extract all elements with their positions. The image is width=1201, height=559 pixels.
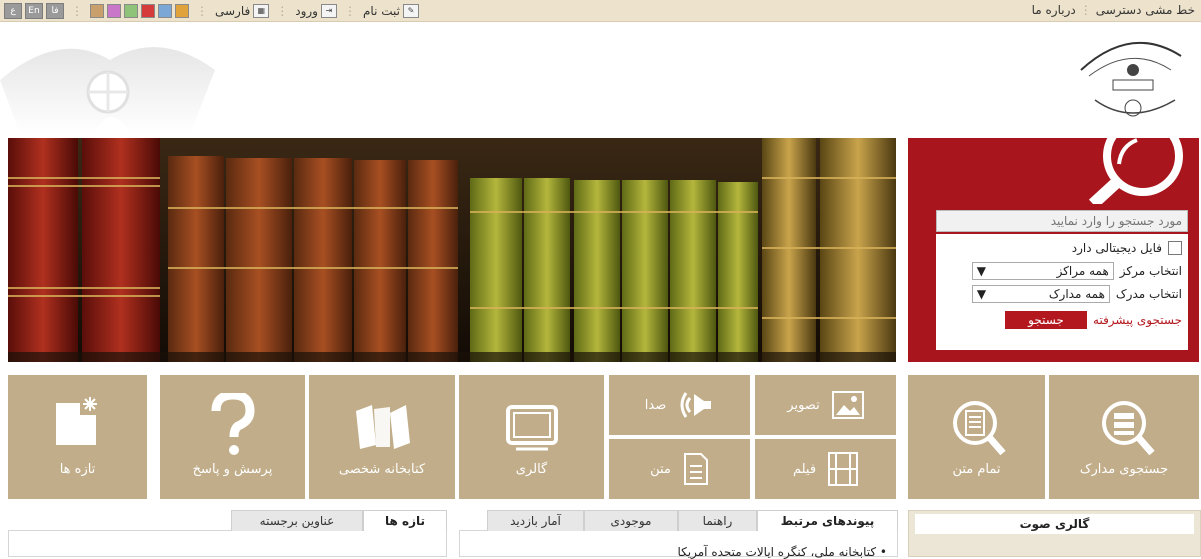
center-select-value: همه مراکز — [1056, 264, 1109, 278]
chevron-down-icon: ▼ — [976, 264, 987, 278]
tile-full-text[interactable]: تمام متن — [908, 375, 1045, 499]
tile-label: متن — [650, 461, 671, 477]
header-decoration — [0, 47, 215, 134]
tile-document-search[interactable]: جستجوی مدارک — [1049, 375, 1199, 499]
gallery-frame-icon — [505, 405, 558, 451]
news-pane — [8, 530, 447, 557]
tile-new-items[interactable]: تازه ها — [8, 375, 147, 499]
bookshelf-illustration — [8, 138, 896, 362]
search-input[interactable] — [936, 210, 1188, 232]
tile-label: فیلم — [792, 461, 817, 477]
lang-english-button[interactable]: En — [25, 2, 43, 19]
tile-label: کتابخانه شخصی — [338, 462, 426, 477]
audio-gallery-title: گالری صوت — [915, 514, 1194, 534]
film-icon — [828, 452, 859, 486]
university-logo — [1075, 30, 1187, 126]
lang-persian-button[interactable]: فا — [46, 2, 64, 19]
top-links: خط مشی دسترسی ⋮درباره ما — [1032, 3, 1195, 17]
lang-arabic-button[interactable]: ع — [4, 2, 22, 19]
tab-inventory[interactable]: موجودی — [584, 510, 678, 531]
tile-personal-library[interactable]: کتابخانه شخصی — [309, 375, 455, 499]
document-row: انتخاب مدرک همه مدارک ▼ — [971, 284, 1182, 304]
tile-film[interactable]: فیلم — [755, 439, 896, 499]
full-text-search-icon — [952, 401, 1006, 456]
document-select-value: همه مدارک — [1048, 287, 1105, 301]
theme-swatch-gold[interactable] — [90, 3, 104, 18]
search-button[interactable]: جستجو — [1005, 311, 1088, 329]
image-icon — [831, 391, 864, 419]
login-link[interactable]: ورود — [295, 4, 318, 18]
link-item[interactable]: • کتابخانه ملی، کنگره ایالات متحده آمریک… — [678, 545, 888, 559]
tab-new-items[interactable]: تازه ها — [363, 510, 447, 531]
links-pane: • کتابخانه ملی، کنگره ایالات متحده آمریک… — [459, 530, 898, 559]
theme-swatch-orange[interactable] — [175, 3, 189, 18]
tile-text[interactable]: متن — [609, 439, 750, 499]
edit-icon: ✎ — [402, 3, 419, 18]
search-panel: فایل دیجیتالی دارد انتخاب مرکز همه مراکز… — [908, 138, 1199, 362]
access-policy-link[interactable]: خط مشی دسترسی — [1096, 3, 1195, 17]
question-mark-icon — [211, 393, 255, 455]
separator: ⋮ — [276, 3, 289, 18]
tile-audio[interactable]: صدا — [609, 375, 750, 435]
register-link[interactable]: ثبت نام — [363, 4, 400, 18]
separator: ⋮ — [343, 3, 356, 18]
tile-label: صدا — [644, 397, 667, 413]
tile-label: جستجوی مدارک — [1079, 462, 1169, 477]
tile-questions-answers[interactable]: پرسش و پاسخ — [160, 375, 305, 499]
audio-gallery-panel: گالری صوت — [908, 510, 1201, 557]
separator: ⋮ — [71, 3, 83, 18]
tab-visit-stats[interactable]: آمار بازدید — [487, 510, 584, 531]
theme-swatch-green[interactable] — [124, 3, 138, 18]
login-icon: ⇥ — [320, 3, 337, 18]
tile-label: تمام متن — [952, 462, 1001, 477]
document-label: انتخاب مدرک — [1115, 287, 1182, 301]
speaker-icon — [680, 392, 712, 418]
banner-image — [8, 138, 896, 362]
theme-swatch-blue[interactable] — [158, 3, 172, 18]
header — [0, 22, 1201, 134]
theme-swatch-red[interactable] — [141, 3, 155, 18]
document-select[interactable]: همه مدارک ▼ — [971, 285, 1110, 303]
center-label: انتخاب مرکز — [1119, 264, 1182, 278]
digital-file-label: فایل دیجیتالی دارد — [1071, 241, 1162, 255]
center-select[interactable]: همه مراکز ▼ — [971, 262, 1114, 280]
tab-featured-titles[interactable]: عناوین برجسته — [231, 510, 363, 531]
search-form: فایل دیجیتالی دارد انتخاب مرکز همه مراکز… — [936, 234, 1188, 350]
advanced-search-link[interactable]: جستجوی پیشرفته — [1093, 313, 1182, 327]
chevron-down-icon: ▼ — [976, 287, 987, 301]
separator: ⋮ — [1079, 3, 1092, 17]
tile-label: پرسش و پاسخ — [192, 462, 273, 477]
digital-file-checkbox[interactable] — [1168, 241, 1182, 255]
theme-swatch-purple[interactable] — [107, 3, 121, 18]
top-tools: ع En فا ⋮ ⋮ فارسی ▦ ⋮ ورود ⇥ ⋮ ثبت نام ✎ — [4, 2, 419, 19]
top-bar: خط مشی دسترسی⋮درباره ما ع En فا ⋮ ⋮ فارس… — [0, 0, 1201, 22]
magnifier-icon — [1088, 138, 1183, 204]
separator: ⋮ — [196, 3, 208, 18]
new-document-icon — [55, 397, 97, 445]
link-text: کتابخانه ملی، کنگره ایالات متحده آمریکا — [677, 545, 877, 559]
tile-image[interactable]: تصویر — [755, 375, 896, 435]
digital-file-row: فایل دیجیتالی دارد — [1072, 238, 1182, 258]
about-link[interactable]: درباره ما — [1032, 3, 1076, 17]
keyboard-icon: ▦ — [253, 3, 270, 18]
language-link[interactable]: فارسی — [215, 4, 250, 18]
tile-label: تازه ها — [59, 462, 96, 477]
text-document-icon — [683, 453, 708, 485]
tab-guide[interactable]: راهنما — [678, 510, 757, 531]
document-search-icon — [1102, 401, 1155, 456]
tile-gallery[interactable]: گالری — [459, 375, 604, 499]
tile-label: گالری — [515, 462, 548, 477]
search-actions: جستجوی پیشرفته جستجو — [1005, 310, 1182, 330]
tile-label: تصویر — [787, 397, 820, 413]
tab-related-links[interactable]: پیوندهای مرتبط — [757, 510, 898, 531]
books-icon — [356, 405, 410, 449]
center-row: انتخاب مرکز همه مراکز ▼ — [971, 261, 1182, 281]
